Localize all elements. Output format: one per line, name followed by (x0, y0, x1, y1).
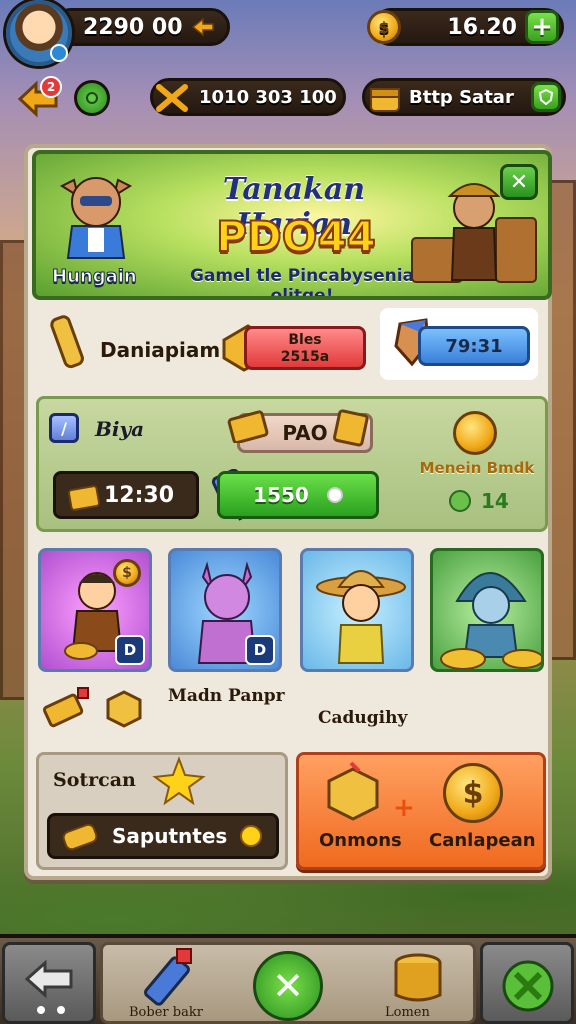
banner-character-name: Hungain (52, 266, 138, 288)
banner-promo-code[interactable]: PDO44 (186, 211, 406, 262)
shop-label-left: Onmons (319, 830, 402, 851)
green-x-icon (502, 960, 554, 1012)
resource-pill-a: 1010 303 100 (150, 78, 346, 116)
character-card-3[interactable] (300, 548, 414, 672)
gold-cube-icon (106, 690, 142, 728)
goblin-character (59, 177, 133, 259)
daily-panel: Hungain Tanakan Harian PDO44 Gamel tle P… (24, 144, 552, 880)
resource-pill-b: Bttp Satar (362, 78, 566, 116)
character-card-1[interactable]: $ D (38, 548, 152, 672)
gold-key-icon (42, 687, 89, 728)
row1-label: Daniapiam (100, 338, 221, 362)
bottom-nav-bar: Bober bakr ✕ Lomen (0, 934, 576, 1024)
gold-pot-icon[interactable] (387, 951, 449, 1007)
inventory-button-label: Saputntes (112, 824, 228, 848)
reward-bar-value: 1550 (253, 483, 309, 507)
red-timer-button[interactable]: Bles 2515a (244, 326, 366, 370)
green-menu-button[interactable] (74, 80, 110, 116)
crossed-swords-icon (156, 84, 188, 112)
coins-value: 16.20 (447, 14, 517, 40)
notification-badge: 2 (40, 76, 62, 98)
nav-close-button[interactable]: ✕ (253, 951, 323, 1021)
inventory-title: Sotrcan (53, 769, 136, 791)
nav-center-tray: Bober bakr ✕ Lomen (100, 942, 476, 1024)
reward-timer: 12:30 (103, 482, 174, 508)
coin-icon: $ (367, 10, 401, 44)
reward-timer-button[interactable]: 12:30 (53, 471, 199, 519)
treasure-chest-icon (370, 88, 400, 112)
sparkle-gold-icon (152, 756, 206, 805)
gold-coin-stack-icon (67, 485, 101, 511)
nav-label-right: Lomen (385, 1005, 430, 1020)
resource-b-button[interactable] (531, 82, 561, 112)
character-card-4[interactable] (430, 548, 544, 672)
nav-label-left: Bober bakr (129, 1005, 203, 1020)
add-coins-button[interactable]: + (525, 10, 559, 44)
card1-coin-icon: $ (113, 559, 141, 587)
reward-value: PAO (282, 421, 328, 445)
player-stat-pill: 2290 00 (52, 8, 230, 46)
reward-right-label: Menein Bmdk (419, 459, 535, 477)
banner-subtitle: Gamel tle Pincabysenia olitge! (189, 266, 415, 300)
character-card-2[interactable]: D (168, 548, 282, 672)
explorer-character (316, 570, 406, 664)
coins-pill: $ 16.20 + (367, 8, 564, 46)
card-caption-1: Madn Panpr (168, 686, 285, 706)
card1-badge: D (115, 635, 145, 665)
inventory-panel: Sotrcan Saputntes (36, 752, 288, 870)
scroll-icon (50, 315, 84, 369)
bar-indicator-icon (326, 487, 343, 503)
gold-ticket-icon (62, 823, 98, 851)
play-icon (86, 92, 98, 104)
page-dots-icon (37, 1006, 65, 1014)
player-value: 2290 00 (83, 14, 183, 40)
reward-label: Biya (95, 417, 145, 441)
medal-icon (453, 411, 497, 455)
reward-right-count-row: 14 (449, 489, 509, 513)
red-timer-line1: Bles (288, 332, 322, 348)
arrow-icon (191, 17, 214, 37)
daily-banner: Hungain Tanakan Harian PDO44 Gamel tle P… (32, 150, 552, 300)
resource-a-value: 1010 303 100 (199, 86, 337, 108)
reward-checkbox[interactable]: / (49, 413, 79, 443)
shop-label-right: Canlapean (429, 830, 536, 851)
gem-icon (449, 490, 471, 512)
shop-plus-symbol: + (393, 793, 415, 823)
avatar-level-badge (50, 44, 68, 62)
gold-bar-icon (227, 410, 269, 443)
card2-badge: D (245, 635, 275, 665)
nav-confirm-button[interactable] (480, 942, 574, 1024)
banner-close-button[interactable]: ✕ (500, 164, 538, 200)
resource-b-value: Bttp Satar (409, 86, 514, 108)
card-caption-2: Cadugihy (318, 708, 408, 728)
shop-panel[interactable]: + $ Onmons Canlapean (296, 752, 546, 870)
red-timer-line2: 2515a (280, 349, 330, 365)
shield-icon (538, 89, 554, 105)
inventory-button[interactable]: Saputntes (47, 813, 279, 859)
hooded-goblin-character (440, 572, 541, 669)
back-icon (24, 959, 73, 999)
reward-progress-button[interactable]: 1550 (217, 471, 379, 519)
gold-chest-icon (333, 409, 369, 447)
reward-panel: / Biya PAO Menein Bmdk 14 12:30 1550 (36, 396, 548, 532)
gift-box-icon (327, 761, 379, 821)
blue-timer-button[interactable]: 79:31 (418, 326, 530, 366)
nav-back-button[interactable] (2, 942, 96, 1024)
inventory-coin-icon (240, 825, 262, 847)
big-coin-icon: $ (443, 763, 503, 823)
reward-right-count: 14 (481, 489, 509, 513)
